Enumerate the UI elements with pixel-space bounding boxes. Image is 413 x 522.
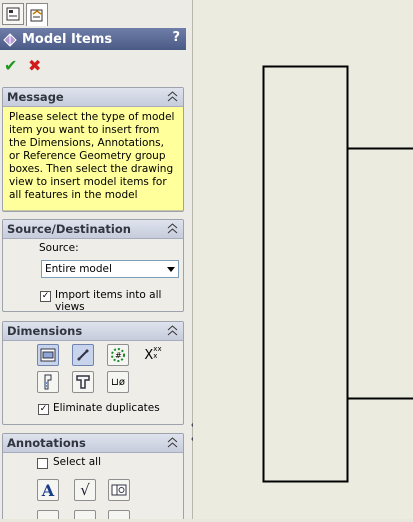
import-items-checkbox[interactable]: ✓ bbox=[40, 291, 51, 302]
marked-for-drawing-icon bbox=[40, 348, 56, 362]
select-all-checkbox[interactable] bbox=[37, 458, 48, 469]
tab-feature-manager[interactable] bbox=[2, 3, 24, 25]
not-marked-for-drawing-icon bbox=[77, 349, 89, 361]
instance-count-icon: # bbox=[111, 348, 125, 362]
geometric-tolerance-icon bbox=[111, 484, 127, 496]
drawing-canvas[interactable] bbox=[193, 0, 413, 519]
panel-tabs bbox=[0, 0, 192, 26]
hole-wizard-locations-icon bbox=[76, 375, 90, 389]
feature-manager-icon bbox=[6, 7, 20, 21]
select-all-label: Select all bbox=[53, 456, 101, 468]
collapse-icon[interactable] bbox=[167, 437, 178, 448]
cancel-button[interactable]: ✖ bbox=[28, 56, 41, 75]
tab-property-manager[interactable] bbox=[26, 3, 48, 26]
annotations-group-header[interactable]: Annotations bbox=[3, 434, 183, 453]
dimensions-group: Dimensions # Xxx x ⊔ø ✓ Eliminate duplica… bbox=[2, 321, 184, 425]
hole-wizard-profiles-button[interactable] bbox=[37, 371, 59, 393]
surface-finish-button[interactable]: √ bbox=[74, 479, 96, 501]
marked-for-drawing-button[interactable] bbox=[37, 344, 59, 366]
hole-callout-button[interactable]: ⊔ø bbox=[107, 371, 129, 393]
dimensions-group-header[interactable]: Dimensions bbox=[3, 322, 183, 341]
tolerance-dimensions-button[interactable]: Xxx x bbox=[142, 344, 164, 366]
message-group-title: Message bbox=[7, 90, 64, 104]
not-marked-for-drawing-button[interactable] bbox=[72, 344, 94, 366]
model-items-icon bbox=[3, 33, 17, 47]
ok-button[interactable]: ✔ bbox=[4, 56, 17, 75]
message-group-header[interactable]: Message bbox=[3, 88, 183, 107]
hole-wizard-profiles-icon bbox=[44, 374, 52, 390]
annotation-button-row3-3[interactable] bbox=[108, 510, 130, 519]
source-select-value: Entire model bbox=[45, 263, 112, 275]
hole-callout-icon: ⊔ø bbox=[111, 376, 125, 388]
annotations-group: Annotations Select all A √ bbox=[2, 433, 184, 519]
message-text: Please select the type of model item you… bbox=[3, 107, 183, 211]
eliminate-duplicates-label: Eliminate duplicates bbox=[53, 402, 160, 414]
collapse-icon[interactable] bbox=[167, 223, 178, 234]
property-manager-panel: Model Items ? ✔ ✖ Message Please select … bbox=[0, 0, 193, 519]
source-destination-group: Source/Destination Source: Entire model … bbox=[2, 219, 184, 313]
eliminate-duplicates-checkbox[interactable]: ✓ bbox=[38, 404, 49, 415]
drawing-view[interactable] bbox=[193, 0, 413, 519]
source-group-title: Source/Destination bbox=[7, 222, 131, 236]
collapse-icon[interactable] bbox=[167, 91, 178, 102]
message-group: Message Please select the type of model … bbox=[2, 87, 184, 212]
import-items-label: Import items into all views bbox=[55, 289, 162, 313]
geometric-tolerance-button[interactable] bbox=[108, 479, 130, 501]
note-button[interactable]: A bbox=[37, 479, 59, 501]
instance-count-button[interactable]: # bbox=[107, 344, 129, 366]
property-manager-icon bbox=[30, 9, 43, 22]
dimensions-group-title: Dimensions bbox=[7, 324, 83, 338]
panel-title: Model Items bbox=[22, 31, 113, 47]
panel-title-bar: Model Items ? bbox=[0, 28, 186, 50]
source-select[interactable]: Entire model bbox=[41, 260, 179, 278]
source-label: Source: bbox=[39, 242, 79, 254]
chevron-down-icon bbox=[167, 267, 175, 272]
source-group-header[interactable]: Source/Destination bbox=[3, 220, 183, 239]
surface-finish-icon: √ bbox=[80, 481, 90, 499]
tolerance-dimensions-icon: X bbox=[144, 347, 154, 363]
hole-wizard-locations-button[interactable] bbox=[72, 371, 94, 393]
annotations-group-title: Annotations bbox=[7, 436, 86, 450]
svg-text:#: # bbox=[115, 351, 122, 360]
drawing-outline bbox=[262, 65, 349, 483]
note-icon: A bbox=[41, 480, 55, 500]
collapse-icon[interactable] bbox=[167, 325, 178, 336]
help-button[interactable]: ? bbox=[172, 30, 180, 45]
annotation-button-row3-2[interactable] bbox=[74, 510, 96, 519]
annotation-button-row3-1[interactable] bbox=[37, 510, 59, 519]
